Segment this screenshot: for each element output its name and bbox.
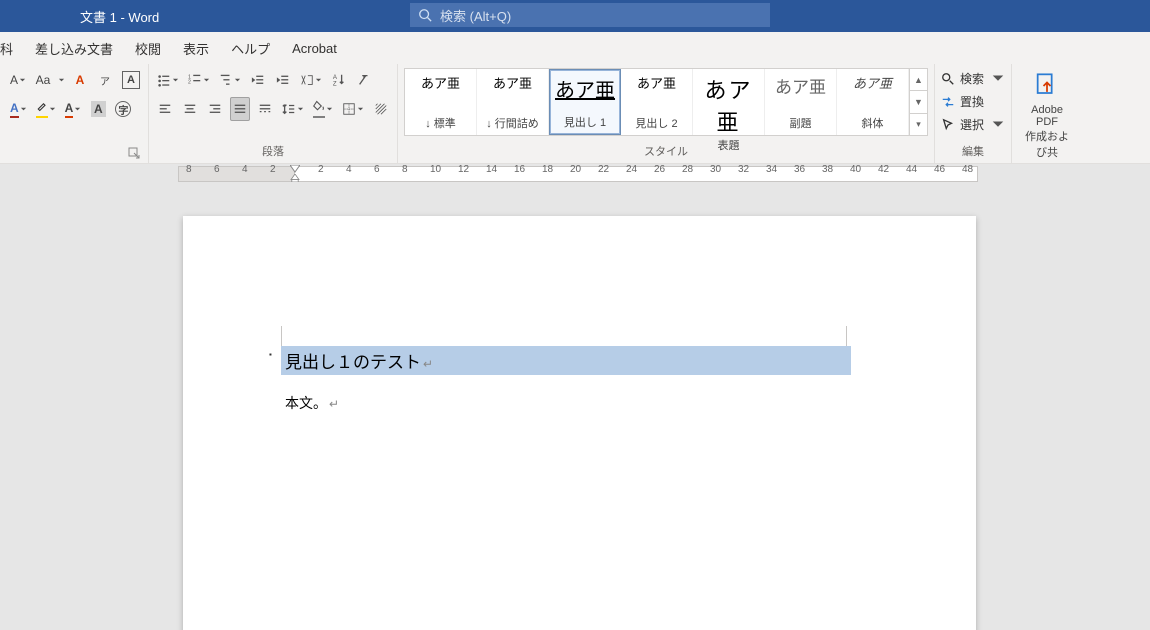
find-button[interactable]: 検索 [941, 68, 1005, 89]
ruler[interactable]: 8642246810121416182022242628303234363840… [0, 164, 1150, 186]
styles-group: あア亜 ↓ 標準 あア亜 ↓ 行間詰め あア亜 見出し 1 あア亜 見出し 2 … [398, 64, 935, 163]
numbering-button[interactable]: 12 [186, 68, 212, 92]
style-subtitle[interactable]: あア亜 副題 [765, 69, 837, 135]
paragraph-group: 12 AZ 段落 [149, 64, 398, 163]
align-center-button[interactable] [180, 97, 200, 121]
text-effects-button[interactable]: A [8, 97, 29, 121]
increase-indent-button[interactable] [273, 68, 293, 92]
gallery-more-button[interactable]: ▾ [910, 114, 927, 135]
search-icon [418, 8, 432, 22]
font-launcher[interactable] [128, 147, 140, 159]
tab-partial[interactable]: 科 [0, 39, 13, 58]
char-shading-button[interactable]: A [88, 97, 108, 121]
heading1-text[interactable]: 見出し１のテスト↵ [281, 346, 851, 375]
pdf-icon [1033, 72, 1061, 100]
editing-group-label: 編集 [941, 143, 1005, 161]
bullets-button[interactable] [155, 68, 181, 92]
style-nospacing[interactable]: あア亜 ↓ 行間詰め [477, 69, 549, 135]
style-title[interactable]: あア亜 表題 [693, 69, 765, 135]
search-box[interactable]: 検索 (Alt+Q) [410, 3, 770, 27]
search-placeholder: 検索 (Alt+Q) [440, 6, 511, 25]
enclosed-char-button[interactable]: 字 [113, 97, 133, 121]
clear-format-button[interactable]: A [70, 68, 90, 92]
style-emphasis[interactable]: あア亜 斜体 [837, 69, 909, 135]
cursor-icon [941, 118, 955, 132]
acrobat-tab[interactable]: Acrobat [292, 41, 337, 56]
gallery-up-button[interactable]: ▲ [910, 69, 927, 91]
svg-text:2: 2 [188, 80, 191, 86]
font-color-button[interactable]: A [63, 97, 84, 121]
mailings-tab[interactable]: 差し込み文書 [35, 39, 113, 58]
svg-text:Z: Z [333, 80, 337, 87]
grid-align-button[interactable] [371, 97, 391, 121]
styles-group-label: スタイル [404, 143, 928, 161]
highlight-button[interactable] [34, 97, 58, 121]
body-text[interactable]: 本文。↵ [281, 393, 878, 413]
help-tab[interactable]: ヘルプ [231, 39, 270, 58]
page[interactable]: 見出し１のテスト↵ 本文。↵ [183, 216, 976, 630]
phonetic-button[interactable]: ア [95, 68, 115, 92]
review-tab[interactable]: 校閲 [135, 39, 161, 58]
align-right-button[interactable] [205, 97, 225, 121]
borders-button[interactable] [340, 97, 366, 121]
view-tab[interactable]: 表示 [183, 39, 209, 58]
shading-button[interactable] [311, 97, 335, 121]
align-left-button[interactable] [155, 97, 175, 121]
sort-button[interactable]: AZ [329, 68, 349, 92]
line-spacing-button[interactable] [280, 97, 306, 121]
ribbon: A Aa A ア A A A A 字 12 [0, 64, 1150, 164]
font-group: A Aa A ア A A A A 字 [2, 64, 149, 163]
hanging-indent-marker[interactable] [290, 174, 300, 182]
multilevel-button[interactable] [217, 68, 243, 92]
replace-button[interactable]: 置換 [941, 91, 1005, 112]
adobe-group: Adobe PDF 作成および共 Adobe A [1012, 64, 1082, 163]
document-title: 文書 1 - Word [80, 7, 159, 26]
style-gallery: あア亜 ↓ 標準 あア亜 ↓ 行間詰め あア亜 見出し 1 あア亜 見出し 2 … [404, 68, 928, 136]
decrease-indent-button[interactable] [248, 68, 268, 92]
ribbon-tabs: 科 差し込み文書 校閲 表示 ヘルプ Acrobat [0, 32, 1150, 64]
style-heading1[interactable]: あア亜 見出し 1 [549, 69, 621, 135]
adobe-pdf-button[interactable]: Adobe PDF 作成および共 [1018, 68, 1076, 164]
first-line-indent-marker[interactable] [290, 165, 300, 173]
app-name: Word [128, 10, 159, 25]
font-size-button[interactable]: A [8, 68, 28, 92]
show-marks-button[interactable] [354, 68, 374, 92]
title-bar: 文書 1 - Word 検索 (Alt+Q) [0, 0, 1150, 32]
paragraph-mark-icon: ↵ [423, 357, 433, 371]
document-area[interactable]: 見出し１のテスト↵ 本文。↵ [0, 186, 1150, 630]
document-name: 文書 1 [80, 10, 117, 25]
paragraph-group-label: 段落 [155, 143, 391, 161]
style-gallery-spinner: ▲ ▼ ▾ [909, 69, 927, 135]
asian-layout-button[interactable] [298, 68, 324, 92]
select-button[interactable]: 選択 [941, 114, 1005, 135]
style-normal[interactable]: あア亜 ↓ 標準 [405, 69, 477, 135]
replace-icon [941, 95, 955, 109]
search-icon [941, 72, 955, 86]
editing-group: 検索 置換 選択 編集 [935, 64, 1012, 163]
char-border-button[interactable]: A [120, 68, 142, 92]
distribute-button[interactable] [255, 97, 275, 121]
justify-button[interactable] [230, 97, 250, 121]
gallery-down-button[interactable]: ▼ [910, 91, 927, 113]
style-heading2[interactable]: あア亜 見出し 2 [621, 69, 693, 135]
change-case-button[interactable]: Aa [33, 68, 53, 92]
paragraph-mark-icon: ↵ [329, 397, 339, 411]
